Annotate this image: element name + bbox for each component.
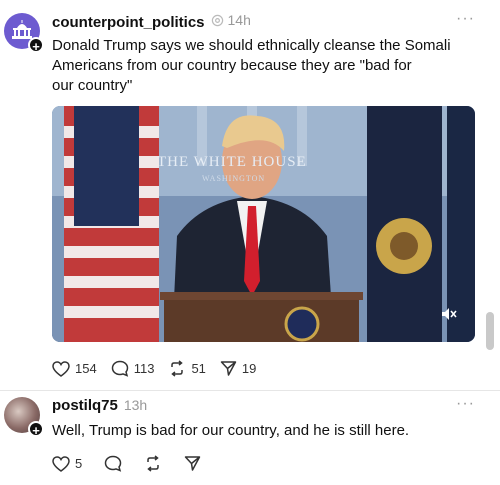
post-1: + counterpoint_politics 14h ··· Donald T… [0,0,500,392]
post-text-line: Donald Trump says we should ethnically c… [52,37,451,54]
username[interactable]: counterpoint_politics [52,14,205,31]
post-text-line: Americans from our country because they … [52,57,412,74]
post-header: postilq75 13h [52,397,147,414]
repost-count: 51 [191,361,206,376]
post-header: counterpoint_politics 14h [52,12,251,31]
like-button[interactable]: 5 [52,455,83,472]
follow-plus-icon[interactable]: + [28,37,44,54]
post-2-avatar[interactable]: + [4,397,44,438]
share-button[interactable]: 19 [220,360,256,377]
comment-count: 113 [133,361,155,376]
heart-icon [52,360,70,377]
podium-sub-text: WASHINGTON [202,174,266,183]
mute-icon[interactable] [441,307,457,324]
share-icon [220,361,237,376]
like-count: 5 [75,456,83,471]
podium-sub: WASHINGTON [202,174,265,183]
repost-icon [147,455,159,472]
like-count: 154 [75,361,97,376]
comment-icon [104,455,122,472]
like-button[interactable]: 154 [52,360,97,377]
post-text: Donald Trump says we should ethnically c… [52,36,451,96]
more-icon[interactable]: ··· [456,395,475,413]
post-1-avatar[interactable]: + [4,13,44,54]
comment-icon [111,360,128,377]
video-frame [52,106,475,342]
post-actions: 154 113 51 19 [52,360,270,377]
scrollbar[interactable] [486,312,494,350]
repost-icon [171,360,184,377]
timestamp: 13h [123,397,148,413]
comment-button[interactable]: 113 [111,360,155,377]
share-button[interactable] [184,455,201,472]
post-actions: 5 [52,455,215,472]
post-text: Well, Trump is bad for our country, and … [52,422,410,439]
threads-at-icon [211,14,223,26]
repost-button[interactable] [144,455,162,472]
post-2: + postilq75 13h ··· Well, Trump is bad f… [0,391,500,485]
more-icon[interactable]: ··· [456,10,475,28]
podium-sign: THE WHITE HOUSE [157,154,307,171]
podium-sign-text: THE WHITE HOUSE [157,154,307,170]
repost-button[interactable]: 51 [168,360,206,377]
post-text-line: our country" [52,77,133,94]
heart-icon [52,455,70,472]
share-count: 19 [241,361,257,376]
comment-button[interactable] [104,455,122,472]
username[interactable]: postilq75 [52,397,118,414]
follow-plus-icon[interactable]: + [28,421,44,438]
video-player[interactable]: THE WHITE HOUSE WASHINGTON [52,106,475,342]
timestamp: 14h [227,12,251,28]
post-meta: 14h [211,12,251,28]
share-icon [184,456,201,471]
